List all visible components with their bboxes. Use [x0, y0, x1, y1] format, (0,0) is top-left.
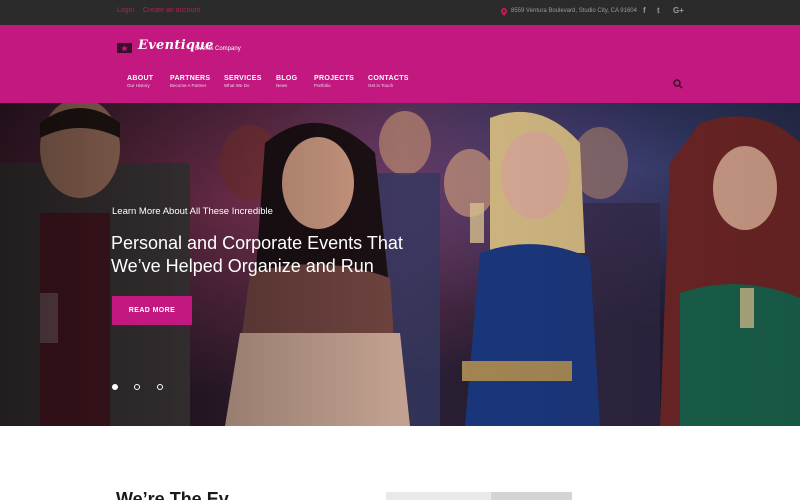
nav-label: PARTNERS — [170, 75, 211, 82]
login-link[interactable]: Login — [117, 7, 134, 14]
slider-dot-3[interactable] — [157, 384, 163, 390]
create-account-link[interactable]: Create an account — [143, 7, 200, 14]
nav-partners[interactable]: PARTNERS Become A Partner — [170, 75, 210, 88]
nav-contacts[interactable]: CONTACTS Get in Touch — [368, 75, 409, 88]
nav-blog[interactable]: BLOG News — [276, 75, 297, 88]
nav-label: ABOUT — [127, 75, 154, 82]
brand-tagline: Events Company — [195, 46, 241, 52]
nav-projects[interactable]: PROJECTS Portfolio — [314, 75, 354, 88]
twitter-icon[interactable]: t — [657, 6, 660, 15]
read-more-button[interactable]: READ MORE — [112, 296, 192, 325]
nav-sublabel: Become A Partner — [170, 83, 207, 88]
nav-sublabel: News — [276, 83, 288, 88]
hero-slider: Learn More About All These Incredible Pe… — [0, 103, 800, 426]
hero-eyebrow: Learn More About All These Incredible — [112, 206, 273, 217]
slider-dot-1[interactable] — [112, 384, 118, 390]
address-text: 8559 Ventura Boulevard, Studio City, CA … — [511, 8, 637, 14]
nav-label: BLOG — [276, 75, 298, 82]
section-image — [386, 492, 572, 500]
top-bar: Login Create an account 8559 Ventura Bou… — [0, 0, 800, 25]
nav-services[interactable]: SERVICES What We Do — [224, 75, 262, 88]
nav-sublabel: What We Do — [224, 83, 250, 88]
nav-sublabel: Portfolio — [314, 83, 331, 88]
ticket-icon[interactable] — [117, 41, 132, 54]
nav-about[interactable]: ABOUT Our History — [127, 75, 153, 88]
facebook-icon[interactable]: f — [643, 6, 646, 15]
section-title: We’re The Ev — [116, 489, 229, 500]
hero-headline-line-2: We’ve Helped Organize and Run — [111, 256, 374, 276]
search-icon[interactable] — [673, 79, 683, 89]
google-plus-icon[interactable]: G+ — [673, 6, 684, 15]
nav-sublabel: Our History — [127, 83, 150, 88]
nav-label: PROJECTS — [314, 75, 355, 82]
nav-label: SERVICES — [224, 75, 262, 82]
slider-dot-2[interactable] — [134, 384, 140, 390]
section-image-detail — [491, 492, 572, 500]
nav-sublabel: Get in Touch — [368, 83, 394, 88]
location-pin-icon — [501, 8, 507, 16]
hero-headline-line-1: Personal and Corporate Events That — [111, 233, 403, 253]
hero-headline: Personal and Corporate Events That We’ve… — [111, 232, 451, 278]
main-header: Eventique Events Company ABOUT Our Histo… — [0, 25, 800, 103]
nav-label: CONTACTS — [368, 75, 409, 82]
